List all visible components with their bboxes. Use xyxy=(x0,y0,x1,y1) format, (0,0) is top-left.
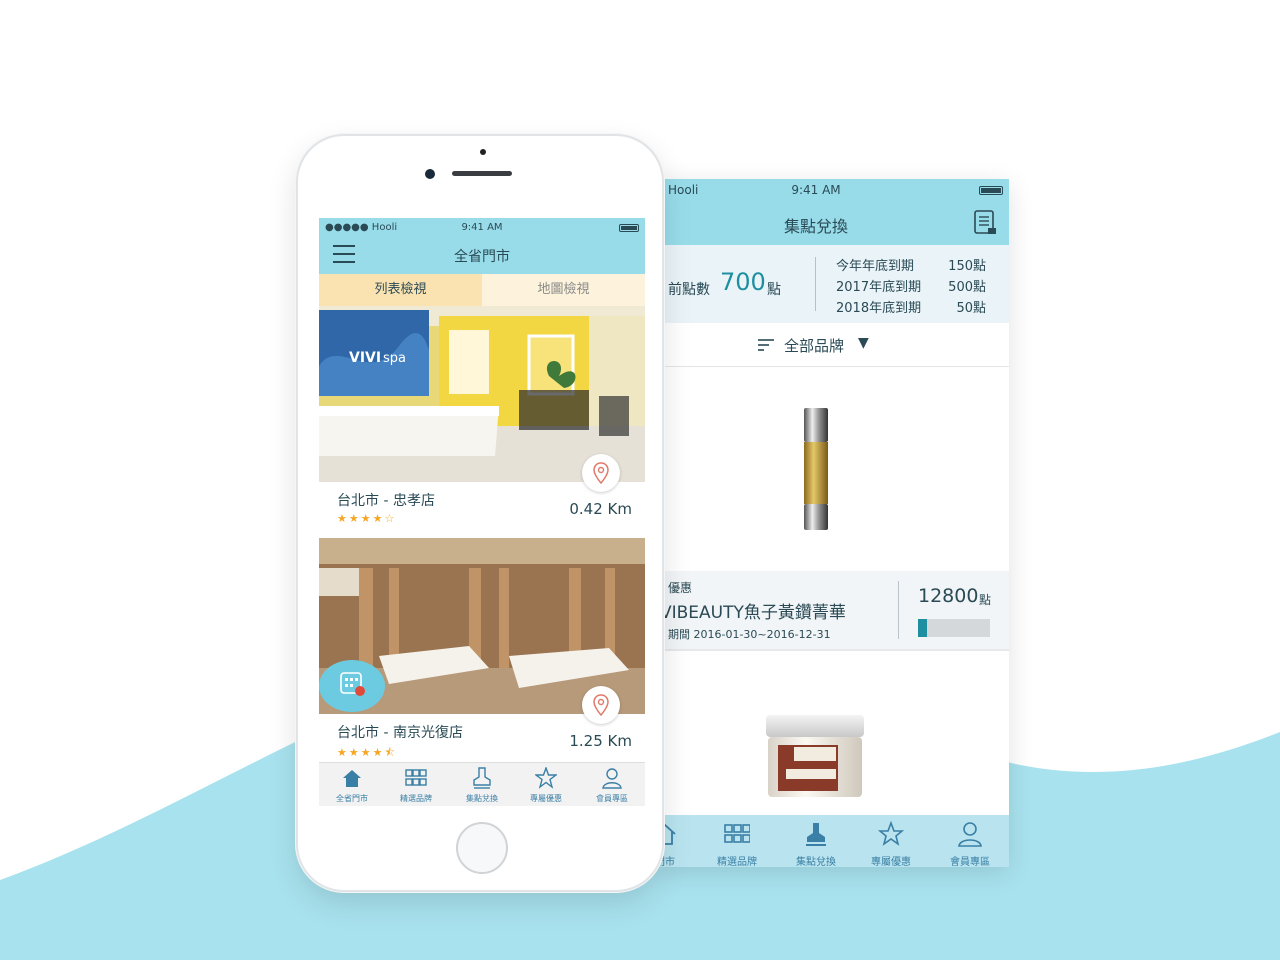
offer-cost: 12800 xyxy=(918,585,979,607)
points-value: 700 xyxy=(720,268,766,296)
tab-label: 專屬優惠 xyxy=(530,794,562,803)
page-title: 全省門市 xyxy=(454,249,510,265)
page-title: 集點兌換 xyxy=(783,217,848,236)
map-pin-button[interactable] xyxy=(582,686,620,724)
tab-member[interactable]: 會員專區 xyxy=(935,821,1005,867)
navigation-bar: ●●●●● Hooli 9:41 AM 全省門市 xyxy=(319,218,645,274)
star-icon xyxy=(535,767,557,789)
clock: 9:41 AM xyxy=(461,222,503,233)
tab-offers[interactable]: 專屬優惠 xyxy=(856,821,926,867)
home-icon xyxy=(343,770,361,787)
tab-label: 全省門市 xyxy=(336,794,368,803)
store-distance: 0.42 Km xyxy=(569,500,632,518)
tab-label: 會員專區 xyxy=(950,857,990,867)
tab-stores[interactable]: 門市 xyxy=(660,821,700,867)
history-list-icon[interactable] xyxy=(971,209,999,237)
battery-icon xyxy=(979,186,1003,195)
proximity-sensor xyxy=(480,149,486,155)
user-icon xyxy=(958,822,982,847)
tab-points-exchange[interactable]: 集點兌換 xyxy=(451,767,513,806)
status-bar: Hooli 9:41 AM xyxy=(660,183,1009,199)
tab-label: 精選品牌 xyxy=(717,857,757,867)
grid-icon xyxy=(405,769,427,786)
navigation-bar: Hooli 9:41 AM 集點兌換 xyxy=(660,179,1009,245)
points-exchange-screen: Hooli 9:41 AM 集點兌換 前點數 700 點 今年年底到期 150點… xyxy=(660,179,1009,867)
stamp-icon xyxy=(473,767,491,789)
map-pin-icon xyxy=(593,694,609,716)
divider xyxy=(815,257,816,311)
tab-label: 精選品牌 xyxy=(400,794,432,803)
expiry-label: 今年年底到期 xyxy=(836,259,915,274)
expiry-row: 2018年底到期 50點 xyxy=(820,297,986,317)
grid-icon xyxy=(724,824,750,843)
tab-label: 集點兌換 xyxy=(796,857,836,867)
store-list-screen: ●●●●● Hooli 9:41 AM 全省門市 列表檢視 地圖檢視 VIVI … xyxy=(319,218,645,806)
divider xyxy=(898,581,899,639)
tab-list-view[interactable]: 列表檢視 xyxy=(319,274,482,306)
expiry-value: 150點 xyxy=(948,259,986,274)
expiry-value: 500點 xyxy=(948,280,986,295)
expiry-row: 2017年底到期 500點 xyxy=(820,276,986,296)
bottom-tab-bar: 門市 精選品牌 集點兌換 專屬優惠 會員專區 xyxy=(660,815,1009,867)
tab-points-exchange[interactable]: 集點兌換 xyxy=(781,821,851,867)
tab-brands[interactable]: 精選品牌 xyxy=(385,767,447,806)
store-name: 台北市 - 南京光復店 xyxy=(337,725,463,741)
map-pin-icon xyxy=(593,462,609,484)
tab-brands[interactable]: 精選品牌 xyxy=(702,821,772,867)
status-bar: ●●●●● Hooli 9:41 AM xyxy=(319,222,645,234)
expiry-row: 今年年底到期 150點 xyxy=(820,255,986,275)
filter-icon xyxy=(758,339,774,351)
offer-name: VIBEAUTY魚子黃鑽菁華 xyxy=(660,603,846,623)
store-name: 台北市 - 忠孝店 xyxy=(337,493,435,509)
star-icon xyxy=(878,821,904,846)
store-card[interactable]: 台北市 - 南京光復店 ★★★★⯪ 1.25 Km xyxy=(319,538,645,768)
points-label: 前點數 xyxy=(668,282,710,298)
offer-tag: 優惠 xyxy=(668,581,693,595)
booking-button[interactable] xyxy=(319,660,385,712)
points-unit: 點 xyxy=(767,282,781,298)
tab-member[interactable]: 會員專區 xyxy=(581,767,643,806)
calendar-icon xyxy=(340,672,365,696)
cream-jar-image[interactable] xyxy=(764,715,866,801)
offer-period: 期間 2016-01-30~2016-12-31 xyxy=(668,628,831,641)
points-summary: 前點數 700 點 今年年底到期 150點 2017年底到期 500點 2018… xyxy=(660,245,1009,323)
tab-map-view[interactable]: 地圖檢視 xyxy=(482,274,645,306)
chevron-down-icon: ▼ xyxy=(858,335,869,351)
bottom-tab-bar: 全省門市 精選品牌 集點兌換 專屬優惠 會員專區 xyxy=(319,762,645,806)
brand-filter[interactable]: 全部品牌 ▼ xyxy=(660,323,1009,367)
filter-label: 全部品牌 xyxy=(784,337,845,355)
store-card[interactable]: VIVI spa 台北市 - 忠孝店 ★★★★☆ 0.42 Km xyxy=(319,306,645,536)
tab-stores[interactable]: 全省門市 xyxy=(321,767,383,806)
points-progress-bar xyxy=(918,619,990,637)
offer-cost-unit: 點 xyxy=(979,593,992,607)
front-camera xyxy=(425,169,435,179)
tab-label: 會員專區 xyxy=(596,794,628,803)
view-toggle: 列表檢視 地圖檢視 xyxy=(319,274,645,306)
stamp-icon xyxy=(806,823,826,846)
tab-label: 門市 xyxy=(660,857,675,867)
tab-label: 專屬優惠 xyxy=(871,857,911,867)
expiry-label: 2018年底到期 xyxy=(836,301,922,316)
star-rating: ★★★★⯪ xyxy=(337,746,397,759)
offer-card[interactable]: 優惠 VIBEAUTY魚子黃鑽菁華 期間 2016-01-30~2016-12-… xyxy=(660,571,1009,651)
earpiece-speaker xyxy=(452,171,512,176)
home-button[interactable] xyxy=(456,822,508,874)
store-distance: 1.25 Km xyxy=(569,732,632,750)
tab-label: 集點兌換 xyxy=(466,794,498,803)
battery-icon xyxy=(619,224,639,232)
phone-frame: ●●●●● Hooli 9:41 AM 全省門市 列表檢視 地圖檢視 VIVI … xyxy=(296,134,664,892)
clock: 9:41 AM xyxy=(791,183,841,197)
svg-text:spa: spa xyxy=(383,351,406,366)
serum-bottle-image[interactable] xyxy=(802,408,830,530)
tab-offers[interactable]: 專屬優惠 xyxy=(515,767,577,806)
user-icon xyxy=(602,768,622,789)
expiry-value: 50點 xyxy=(956,301,986,316)
expiry-label: 2017年底到期 xyxy=(836,280,922,295)
star-rating: ★★★★☆ xyxy=(337,512,397,525)
progress-fill xyxy=(918,619,927,637)
svg-text:VIVI: VIVI xyxy=(349,350,381,366)
map-pin-button[interactable] xyxy=(582,454,620,492)
